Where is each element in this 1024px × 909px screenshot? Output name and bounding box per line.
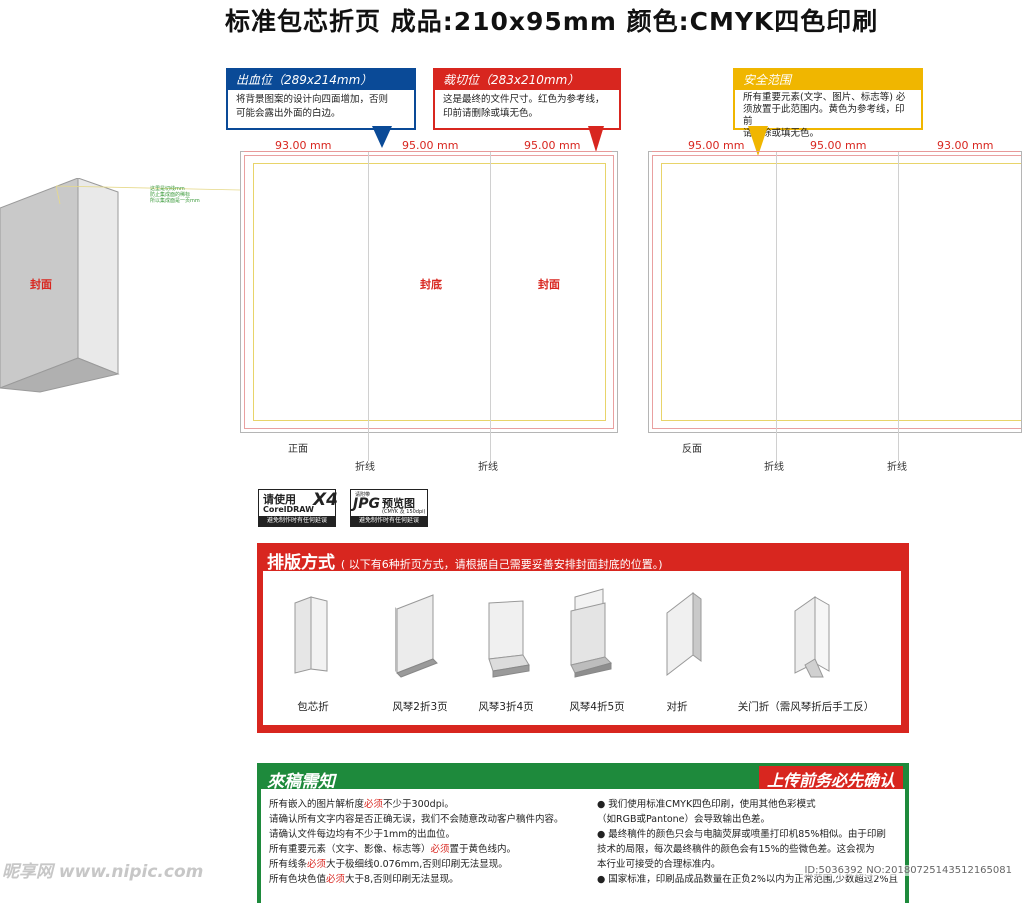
bleed-callout: 出血位（289x214mm） 将背景图案的设计向四面增加，否则 可能会露出外面的… bbox=[226, 68, 416, 130]
note-line: 所有重要元素（文字、影像、标志等）必须置于黄色线内。 bbox=[269, 844, 517, 855]
coreldraw-badge-line2: CorelDRAW bbox=[263, 505, 314, 514]
mockup-notes: 这里是切线mm 防止集成面的稀标 所以集成面是一页mm bbox=[150, 186, 200, 204]
back-cover-label: 封底 bbox=[420, 278, 442, 291]
bleed-callout-title: 出血位（289x214mm） bbox=[228, 70, 414, 90]
front-dim-3: 95.00 mm bbox=[524, 139, 581, 152]
bleed-callout-tail bbox=[372, 126, 392, 148]
note-line: 所有色块色值必须大于8,否则印刷无法显现。 bbox=[269, 874, 459, 885]
back-dim-2: 95.00 mm bbox=[810, 139, 867, 152]
jpg-badge-big: JPG bbox=[353, 496, 380, 512]
front-side-label: 正面 bbox=[288, 444, 308, 455]
note-line: 请确认所有文字内容是否正确无误，我们不会随意改动客户稿件内容。 bbox=[269, 814, 564, 825]
note-line: 所有线条必须大于极细线0.076mm,否则印刷无法显现。 bbox=[269, 859, 508, 870]
back-fold-line bbox=[898, 151, 899, 461]
fold-style-label: 风琴2折3页 bbox=[392, 701, 448, 713]
note-line: 所有嵌入的图片解析度必须不少于300dpi。 bbox=[269, 799, 454, 810]
note-line: 请确认文件每边均有不少于1mm的出血位。 bbox=[269, 829, 456, 840]
note-line: （如RGB或Pantone）会导致输出色差。 bbox=[597, 814, 771, 825]
front-dim-2: 95.00 mm bbox=[402, 139, 459, 152]
fold-style-icon bbox=[794, 596, 830, 678]
watermark-left: 昵享网 www.nipic.com bbox=[2, 862, 204, 882]
coreldraw-badge-version: X4 bbox=[313, 490, 338, 510]
bleed-callout-line: 可能会露出外面的白边。 bbox=[236, 108, 341, 119]
jpg-preview-badge: 请附带 JPG 预览图 (CMYK 及 150dpi) 避免制作时有任何延误 bbox=[350, 489, 428, 527]
fold-style-icon bbox=[294, 596, 328, 674]
fold-style-icon bbox=[666, 591, 702, 677]
mockup-cover-label: 封面 bbox=[30, 278, 52, 291]
front-safe-line bbox=[253, 163, 606, 421]
fold-style-label: 风琴3折4页 bbox=[478, 701, 534, 713]
mockup-note: 所以集成面是一页mm bbox=[150, 198, 200, 204]
note-line: ● 我们使用标准CMYK四色印刷，使用其他色彩模式 bbox=[597, 799, 816, 810]
layout-options-box: 包芯折 风琴2折3页 风琴3折4页 风琴4折5页 对折 关门折（需风琴折后手工反… bbox=[263, 571, 901, 725]
safe-callout-title: 安全范围 bbox=[735, 70, 921, 90]
layout-section: 排版方式 ( 以下有6种折页方式，请根据自己需要妥善安排封面封底的位置。) 包芯… bbox=[257, 543, 909, 733]
front-fold-line bbox=[490, 151, 491, 461]
notes-box: 所有嵌入的图片解析度必须不少于300dpi。 请确认所有文字内容是否正确无误，我… bbox=[261, 789, 905, 909]
back-fold-line bbox=[776, 151, 777, 461]
front-cover-label: 封面 bbox=[538, 278, 560, 291]
notes-section: 來稿需知 上传前务必先确认 所有嵌入的图片解析度必须不少于300dpi。 请确认… bbox=[257, 763, 909, 909]
jpg-badge-sub: (CMYK 及 150dpi) bbox=[382, 509, 426, 515]
front-fold-line bbox=[368, 151, 369, 461]
fold-style-label: 风琴4折5页 bbox=[569, 701, 625, 713]
fold-style-icon bbox=[395, 594, 438, 678]
safe-callout-line: 须放置于此范围内。黄色为参考线，印前 bbox=[743, 104, 905, 127]
layout-section-subtitle: ( 以下有6种折页方式，请根据自己需要妥善安排封面封底的位置。) bbox=[340, 558, 663, 571]
fold-style-icon bbox=[488, 600, 530, 678]
back-fold-label: 折线 bbox=[887, 462, 907, 473]
notes-left-column: 所有嵌入的图片解析度必须不少于300dpi。 请确认所有文字内容是否正确无误，我… bbox=[269, 797, 589, 887]
fold-style-label: 关门折（需风琴折后手工反） bbox=[737, 701, 875, 713]
trim-callout-line: 印前请删除或填无色。 bbox=[443, 108, 539, 119]
safe-callout: 安全范围 所有重要元素(文字、图片、标志等) 必 须放置于此范围内。黄色为参考线… bbox=[733, 68, 923, 139]
front-fold-label: 折线 bbox=[355, 462, 375, 473]
jpg-badge-strip: 避免制作时有任何延误 bbox=[351, 516, 427, 526]
note-line: ● 最终稿件的颜色只会与电脑荧屏或喷墨打印机85%相似。由于印刷 bbox=[597, 829, 886, 840]
watermark-right: ID:5036392 NO:20180725143512165081 bbox=[800, 865, 1016, 876]
fold-style-label: 包芯折 bbox=[297, 701, 329, 713]
trim-callout-line: 这是最终的文件尺寸。红色为参考线， bbox=[443, 94, 605, 105]
coreldraw-badge: 请使用 X4 CorelDRAW 避免制作时有任何延误 bbox=[258, 489, 338, 527]
layout-section-title: 排版方式 bbox=[267, 553, 335, 573]
layout-section-header: 排版方式 ( 以下有6种折页方式，请根据自己需要妥善安排封面封底的位置。) bbox=[267, 548, 663, 573]
fold-style-label: 对折 bbox=[666, 701, 688, 713]
front-dim-1: 93.00 mm bbox=[275, 139, 332, 152]
note-line: 技术的局限，每次最终稿件的颜色会有15%的些微色差。这会视为 bbox=[597, 844, 875, 855]
bleed-callout-line: 将背景图案的设计向四面增加，否则 bbox=[236, 94, 389, 105]
front-fold-label: 折线 bbox=[478, 462, 498, 473]
back-safe-line bbox=[661, 163, 1021, 421]
back-dim-1: 95.00 mm bbox=[688, 139, 745, 152]
back-side-label: 反面 bbox=[682, 444, 702, 455]
fold-style-icon bbox=[570, 588, 612, 678]
safe-callout-line: 所有重要元素(文字、图片、标志等) 必 bbox=[743, 92, 906, 103]
page-title: 标准包芯折页 成品:210x95mm 颜色:CMYK四色印刷 bbox=[225, 7, 879, 36]
trim-callout-tail bbox=[588, 126, 604, 152]
coreldraw-badge-strip: 避免制作时有任何延误 bbox=[259, 516, 335, 526]
back-dim-3: 93.00 mm bbox=[937, 139, 994, 152]
back-fold-label: 折线 bbox=[764, 462, 784, 473]
trim-callout: 裁切位（283x210mm） 这是最终的文件尺寸。红色为参考线， 印前请删除或填… bbox=[433, 68, 621, 130]
trim-callout-title: 裁切位（283x210mm） bbox=[435, 70, 619, 90]
